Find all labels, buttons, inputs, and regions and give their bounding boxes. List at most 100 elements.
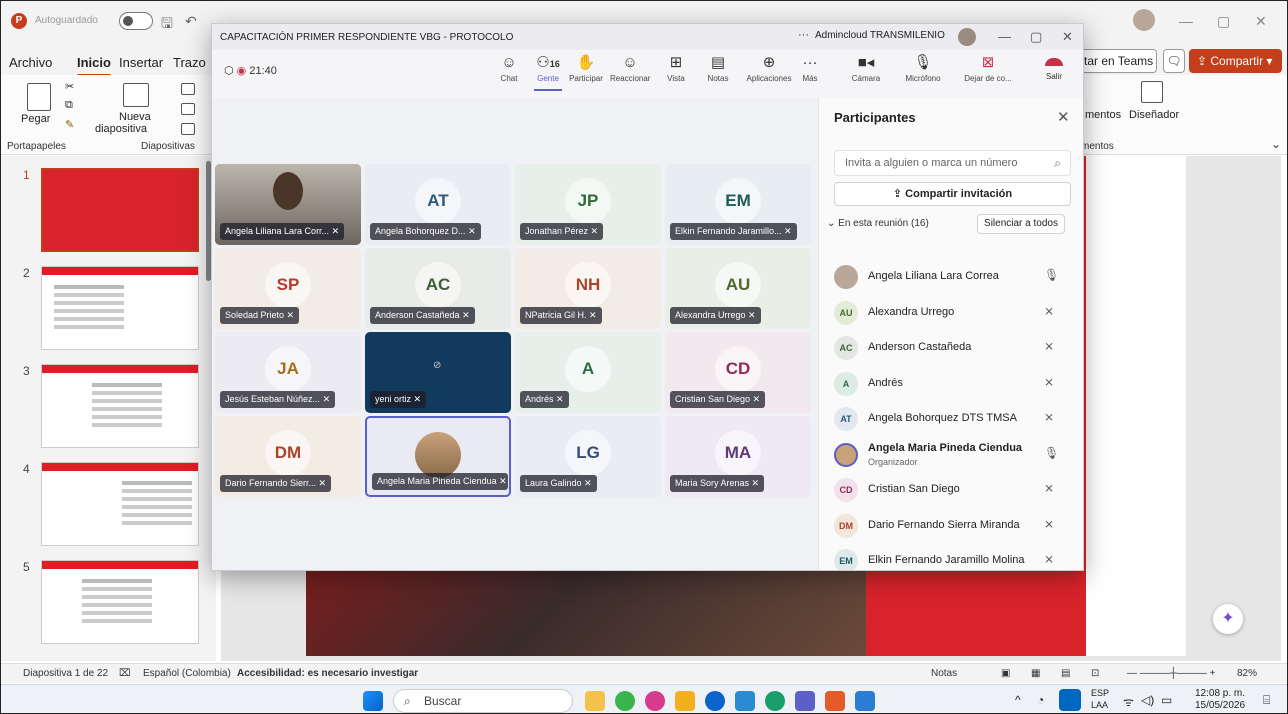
wifi-icon[interactable]: ᯤ — [1123, 693, 1134, 710]
video-tile[interactable]: Angela Maria Pineda Ciendua ✕ — [365, 416, 511, 497]
video-tile[interactable]: SP Soledad Prieto ✕ — [215, 248, 361, 329]
volume-icon[interactable]: ◁) — [1141, 693, 1154, 707]
app-icon[interactable] — [735, 691, 755, 711]
mic-tray-icon[interactable] — [1059, 689, 1081, 711]
video-tile[interactable]: AU Alexandra Urrego ✕ — [665, 248, 811, 329]
mic-muted-icon[interactable]: ⨯ — [1044, 552, 1054, 566]
accessibility-status[interactable]: Accesibilidad: es necesario investigar — [237, 668, 418, 679]
spellcheck-icon[interactable]: ⌧ — [119, 668, 131, 679]
invite-input[interactable]: Invita a alguien o marca un número ⌕ — [834, 150, 1071, 176]
account-avatar[interactable] — [958, 28, 976, 46]
raise-hand-button[interactable]: ✋ Participar — [566, 54, 606, 83]
mic-muted-icon[interactable]: ⨯ — [1044, 375, 1054, 389]
language-indicator-2[interactable]: LAA — [1091, 700, 1108, 710]
close-panel-icon[interactable]: ✕ — [1057, 108, 1070, 126]
video-tile[interactable]: AC Anderson Castañeda ✕ — [365, 248, 511, 329]
slide-thumbnail-5[interactable] — [41, 560, 199, 644]
notes-button[interactable]: ▤ Notas — [698, 54, 738, 83]
autosave-toggle[interactable] — [119, 12, 153, 30]
teams-icon[interactable] — [795, 691, 815, 711]
undo-icon[interactable]: ↶ — [185, 13, 197, 30]
participant-row[interactable]: DM Dario Fernando Sierra Miranda ⨯ — [834, 511, 1074, 541]
video-tile[interactable]: EM Elkin Fernando Jaramillo... ✕ — [665, 164, 811, 245]
chevron-up-icon[interactable]: ^ — [1015, 693, 1021, 707]
comments-icon[interactable]: 🗨 — [1163, 49, 1185, 73]
view-button[interactable]: ⊞ Vista — [656, 54, 696, 83]
designer-label[interactable]: Diseñador — [1129, 109, 1179, 122]
tab-insertar[interactable]: Insertar — [119, 55, 163, 70]
present-in-teams-button[interactable]: tar en Teams — [1077, 49, 1157, 73]
microphone-icon[interactable]: 🎙 — [1044, 446, 1059, 460]
clock-date[interactable]: 15/05/2026 — [1195, 700, 1245, 711]
file-explorer-icon[interactable] — [675, 691, 695, 711]
camera-button[interactable]: ■◂ Cámara — [846, 54, 886, 83]
save-icon[interactable]: 🖫 — [161, 13, 173, 37]
cut-icon[interactable]: ✂ — [65, 81, 74, 94]
language-indicator[interactable]: ESP — [1091, 688, 1109, 698]
ribbon-collapse-icon[interactable]: ⌄ — [1271, 137, 1281, 151]
mic-muted-icon[interactable]: ⨯ — [1044, 517, 1054, 531]
more-button[interactable]: ··· Más — [790, 54, 830, 83]
tab-inicio[interactable]: Inicio — [77, 55, 111, 77]
video-tile[interactable]: Angela Liliana Lara Corr... ✕ — [215, 164, 361, 245]
start-icon[interactable] — [363, 691, 383, 711]
close-icon[interactable]: ✕ — [1062, 29, 1073, 45]
in-meeting-header[interactable]: ⌄ En esta reunión (16) — [827, 218, 929, 229]
apps-button[interactable]: ⊕ Aplicaciones — [744, 54, 794, 83]
outlook-icon[interactable] — [705, 691, 725, 711]
minimize-icon[interactable]: — — [998, 29, 1011, 44]
video-tile[interactable]: A Andrés ✕ — [515, 332, 661, 413]
slide-thumbnail-1[interactable] — [41, 168, 199, 252]
zoom-slider[interactable]: — ———┼——— + — [1127, 668, 1215, 679]
app-icon[interactable] — [645, 691, 665, 711]
powerpoint-icon[interactable] — [825, 691, 845, 711]
account-name[interactable]: Admincloud TRANSMILENIO — [815, 30, 945, 41]
ribbon-item-label[interactable]: mentos — [1085, 109, 1121, 122]
mic-muted-icon[interactable]: ⨯ — [1044, 410, 1054, 424]
paste-icon[interactable] — [27, 83, 51, 111]
notes-button[interactable]: Notas — [931, 668, 957, 679]
slide-thumbnail-2[interactable] — [41, 266, 199, 350]
participant-row[interactable]: CD Cristian San Diego ⨯ — [834, 475, 1074, 505]
tab-trazo[interactable]: Trazo — [173, 55, 206, 70]
chrome-icon[interactable] — [615, 691, 635, 711]
battery-icon[interactable]: ▭ — [1161, 693, 1172, 707]
notifications-icon[interactable]: ⌸ — [1263, 693, 1270, 708]
layout-icon[interactable] — [181, 83, 195, 95]
stop-sharing-button[interactable]: ⊠ Dejar de co... — [960, 54, 1016, 83]
share-button[interactable]: ⇪ Compartir ▾ — [1189, 49, 1282, 73]
copilot-icon[interactable]: ✦ — [1213, 604, 1243, 634]
close-icon[interactable]: ✕ — [1255, 13, 1267, 30]
microphone-button[interactable]: 🎙 Micrófono — [898, 54, 948, 83]
video-tile[interactable]: DM Dario Fernando Sierr... ✕ — [215, 416, 361, 497]
widgets-icon[interactable] — [585, 691, 605, 711]
participant-row[interactable]: A Andrés ⨯ — [834, 369, 1074, 399]
copy-icon[interactable]: ⧉ — [65, 99, 73, 112]
reset-icon[interactable] — [181, 103, 195, 115]
normal-view-icon[interactable]: ▣ — [1001, 668, 1010, 679]
mic-muted-icon[interactable]: ⨯ — [1044, 304, 1054, 318]
mute-all-button[interactable]: Silenciar a todos — [977, 214, 1065, 234]
designer-icon[interactable] — [1141, 81, 1163, 103]
mic-muted-icon[interactable]: ⨯ — [1044, 481, 1054, 495]
video-tile[interactable]: ⊘ yeni ortiz ✕ — [365, 332, 511, 413]
section-icon[interactable] — [181, 123, 195, 135]
edge-icon[interactable] — [765, 691, 785, 711]
video-tile[interactable]: CD Cristian San Diego ✕ — [665, 332, 811, 413]
slideshow-icon[interactable]: ⊡ — [1091, 668, 1099, 679]
video-tile[interactable]: AT Angela Bohorquez D... ✕ — [365, 164, 511, 245]
word-icon[interactable] — [855, 691, 875, 711]
video-tile[interactable]: MA Maria Sory Arenas ✕ — [665, 416, 811, 497]
user-avatar[interactable] — [1133, 9, 1155, 31]
format-painter-icon[interactable]: ✎ — [65, 119, 74, 132]
reading-view-icon[interactable]: ▤ — [1061, 668, 1070, 679]
slide-thumbnail-4[interactable] — [41, 462, 199, 546]
people-button[interactable]: ⚇16 Gente — [528, 54, 568, 91]
microphone-icon[interactable]: 🎙 — [1044, 268, 1059, 282]
react-button[interactable]: ☺ Reaccionar — [610, 54, 650, 83]
video-tile[interactable]: NH NPatricia Gil H. ✕ — [515, 248, 661, 329]
leave-button[interactable]: Salir — [1032, 54, 1076, 92]
video-tile[interactable]: JA Jesús Esteban Núñez... ✕ — [215, 332, 361, 413]
sorter-view-icon[interactable]: ▦ — [1031, 668, 1040, 679]
tab-archivo[interactable]: Archivo — [9, 55, 52, 70]
